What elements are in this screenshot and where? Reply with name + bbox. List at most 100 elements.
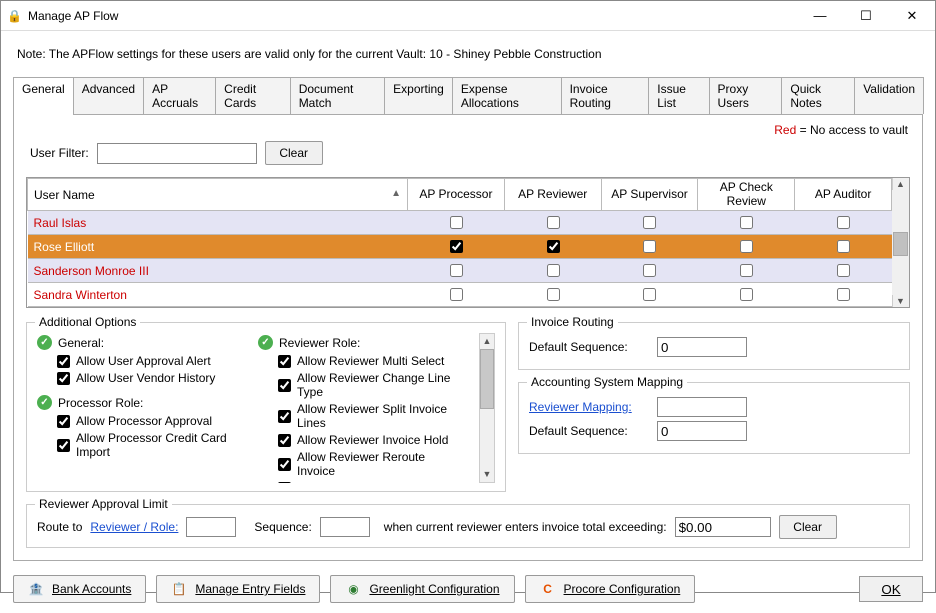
scroll-up-icon[interactable]: ▲ bbox=[892, 178, 909, 190]
role-checkbox[interactable] bbox=[450, 288, 463, 301]
minimize-button[interactable]: — bbox=[797, 1, 843, 31]
invoice-default-seq-input[interactable] bbox=[657, 337, 747, 357]
allow-reviewer-invoice-hold-label: Allow Reviewer Invoice Hold bbox=[297, 433, 448, 447]
allow-reviewer-edit-invoice[interactable] bbox=[278, 482, 291, 484]
allow-reviewer-change-line-type[interactable] bbox=[278, 379, 291, 392]
tab-expense-allocations[interactable]: Expense Allocations bbox=[452, 77, 562, 114]
tab-validation[interactable]: Validation bbox=[854, 77, 924, 114]
col-user-name[interactable]: User Name▲ bbox=[28, 179, 408, 211]
tab-content: Red = No access to vault User Filter: Cl… bbox=[13, 115, 923, 561]
allow-processor-approval[interactable] bbox=[57, 415, 70, 428]
allow-reviewer-split-invoice[interactable] bbox=[278, 410, 291, 423]
role-checkbox[interactable] bbox=[643, 288, 656, 301]
role-checkbox[interactable] bbox=[450, 216, 463, 229]
tab-credit-cards[interactable]: Credit Cards bbox=[215, 77, 291, 114]
col-ap-check-review[interactable]: AP Check Review bbox=[698, 179, 795, 211]
greenlight-config-button[interactable]: ◉ Greenlight Configuration bbox=[330, 575, 514, 603]
ral-amount-input[interactable] bbox=[675, 517, 771, 537]
title-bar: 🔒 Manage AP Flow — ☐ ✕ bbox=[1, 1, 935, 31]
invoice-routing-group: Invoice Routing Default Sequence: bbox=[518, 322, 910, 370]
manage-entry-fields-button[interactable]: 📋 Manage Entry Fields bbox=[156, 575, 320, 603]
ok-button[interactable]: OK bbox=[859, 576, 923, 602]
role-checkbox[interactable] bbox=[643, 216, 656, 229]
allow-processor-cc-import[interactable] bbox=[57, 439, 70, 452]
role-cell bbox=[504, 235, 601, 259]
role-checkbox[interactable] bbox=[740, 240, 753, 253]
ral-reviewer-role-input[interactable] bbox=[186, 517, 236, 537]
reviewer-mapping-input[interactable] bbox=[657, 397, 747, 417]
role-cell bbox=[698, 283, 795, 307]
tab-strip: General Advanced AP Accruals Credit Card… bbox=[13, 77, 923, 115]
sort-asc-icon: ▲ bbox=[391, 188, 401, 199]
allow-reviewer-multi-select[interactable] bbox=[278, 355, 291, 368]
role-checkbox[interactable] bbox=[837, 264, 850, 277]
window-title: Manage AP Flow bbox=[28, 9, 797, 23]
role-checkbox[interactable] bbox=[547, 216, 560, 229]
role-cell bbox=[698, 211, 795, 235]
role-checkbox[interactable] bbox=[547, 264, 560, 277]
col-ap-auditor[interactable]: AP Auditor bbox=[795, 179, 892, 211]
ral-sequence-input[interactable] bbox=[320, 517, 370, 537]
ral-when-text: when current reviewer enters invoice tot… bbox=[384, 520, 667, 534]
clear-filter-button[interactable]: Clear bbox=[265, 141, 323, 165]
tab-document-match[interactable]: Document Match bbox=[290, 77, 385, 114]
role-checkbox[interactable] bbox=[740, 216, 753, 229]
col-ap-reviewer[interactable]: AP Reviewer bbox=[504, 179, 601, 211]
reviewer-mapping-link[interactable]: Reviewer Mapping: bbox=[529, 400, 649, 414]
allow-reviewer-edit-invoice-label: Allow Reviewer Edit Invoice bbox=[297, 481, 444, 483]
tab-proxy-users[interactable]: Proxy Users bbox=[709, 77, 783, 114]
procore-config-label: Procore Configuration bbox=[564, 582, 681, 596]
accounting-default-seq-input[interactable] bbox=[657, 421, 747, 441]
scroll-down-icon[interactable]: ▼ bbox=[480, 467, 494, 482]
tab-general[interactable]: General bbox=[13, 77, 74, 114]
accounting-mapping-group: Accounting System Mapping Reviewer Mappi… bbox=[518, 382, 910, 454]
tab-quick-notes[interactable]: Quick Notes bbox=[781, 77, 855, 114]
role-checkbox[interactable] bbox=[547, 240, 560, 253]
role-checkbox[interactable] bbox=[450, 264, 463, 277]
grid-scrollbar[interactable]: ▲ ▼ bbox=[892, 178, 909, 307]
options-scrollbar[interactable]: ▲ ▼ bbox=[479, 333, 495, 483]
ral-clear-button[interactable]: Clear bbox=[779, 515, 837, 539]
user-filter-label: User Filter: bbox=[30, 146, 89, 160]
role-checkbox[interactable] bbox=[740, 288, 753, 301]
col-ap-processor[interactable]: AP Processor bbox=[408, 179, 505, 211]
role-cell bbox=[795, 283, 892, 307]
role-checkbox[interactable] bbox=[740, 264, 753, 277]
table-row[interactable]: Rose Elliott bbox=[28, 235, 892, 259]
tab-exporting[interactable]: Exporting bbox=[384, 77, 453, 114]
scroll-thumb[interactable] bbox=[480, 349, 494, 409]
role-checkbox[interactable] bbox=[643, 264, 656, 277]
tab-advanced[interactable]: Advanced bbox=[73, 77, 144, 114]
allow-user-vendor-history[interactable] bbox=[57, 372, 70, 385]
user-filter-input[interactable] bbox=[97, 143, 257, 164]
bank-accounts-button[interactable]: 🏦 Bank Accounts bbox=[13, 575, 146, 603]
note-text: Note: The APFlow settings for these user… bbox=[17, 47, 919, 61]
role-checkbox[interactable] bbox=[643, 240, 656, 253]
tab-issue-list[interactable]: Issue List bbox=[648, 77, 709, 114]
role-checkbox[interactable] bbox=[450, 240, 463, 253]
col-ap-supervisor[interactable]: AP Supervisor bbox=[601, 179, 698, 211]
scroll-thumb[interactable] bbox=[893, 232, 908, 256]
tab-invoice-routing[interactable]: Invoice Routing bbox=[561, 77, 650, 114]
scroll-down-icon[interactable]: ▼ bbox=[892, 295, 909, 307]
allow-user-approval-alert[interactable] bbox=[57, 355, 70, 368]
list-icon: 📋 bbox=[171, 581, 187, 597]
role-checkbox[interactable] bbox=[547, 288, 560, 301]
close-button[interactable]: ✕ bbox=[889, 1, 935, 31]
procore-config-button[interactable]: C Procore Configuration bbox=[525, 575, 696, 603]
role-cell bbox=[795, 211, 892, 235]
table-row[interactable]: Sandra Winterton bbox=[28, 283, 892, 307]
allow-reviewer-invoice-hold[interactable] bbox=[278, 434, 291, 447]
greenlight-config-label: Greenlight Configuration bbox=[369, 582, 499, 596]
role-checkbox[interactable] bbox=[837, 216, 850, 229]
role-checkbox[interactable] bbox=[837, 240, 850, 253]
scroll-up-icon[interactable]: ▲ bbox=[480, 334, 494, 349]
role-checkbox[interactable] bbox=[837, 288, 850, 301]
maximize-button[interactable]: ☐ bbox=[843, 1, 889, 31]
table-row[interactable]: Sanderson Monroe III bbox=[28, 259, 892, 283]
allow-reviewer-reroute-invoice[interactable] bbox=[278, 458, 291, 471]
bank-accounts-label: Bank Accounts bbox=[52, 582, 131, 596]
ral-reviewer-role-link[interactable]: Reviewer / Role: bbox=[90, 520, 178, 534]
tab-ap-accruals[interactable]: AP Accruals bbox=[143, 77, 216, 114]
table-row[interactable]: Raul Islas bbox=[28, 211, 892, 235]
